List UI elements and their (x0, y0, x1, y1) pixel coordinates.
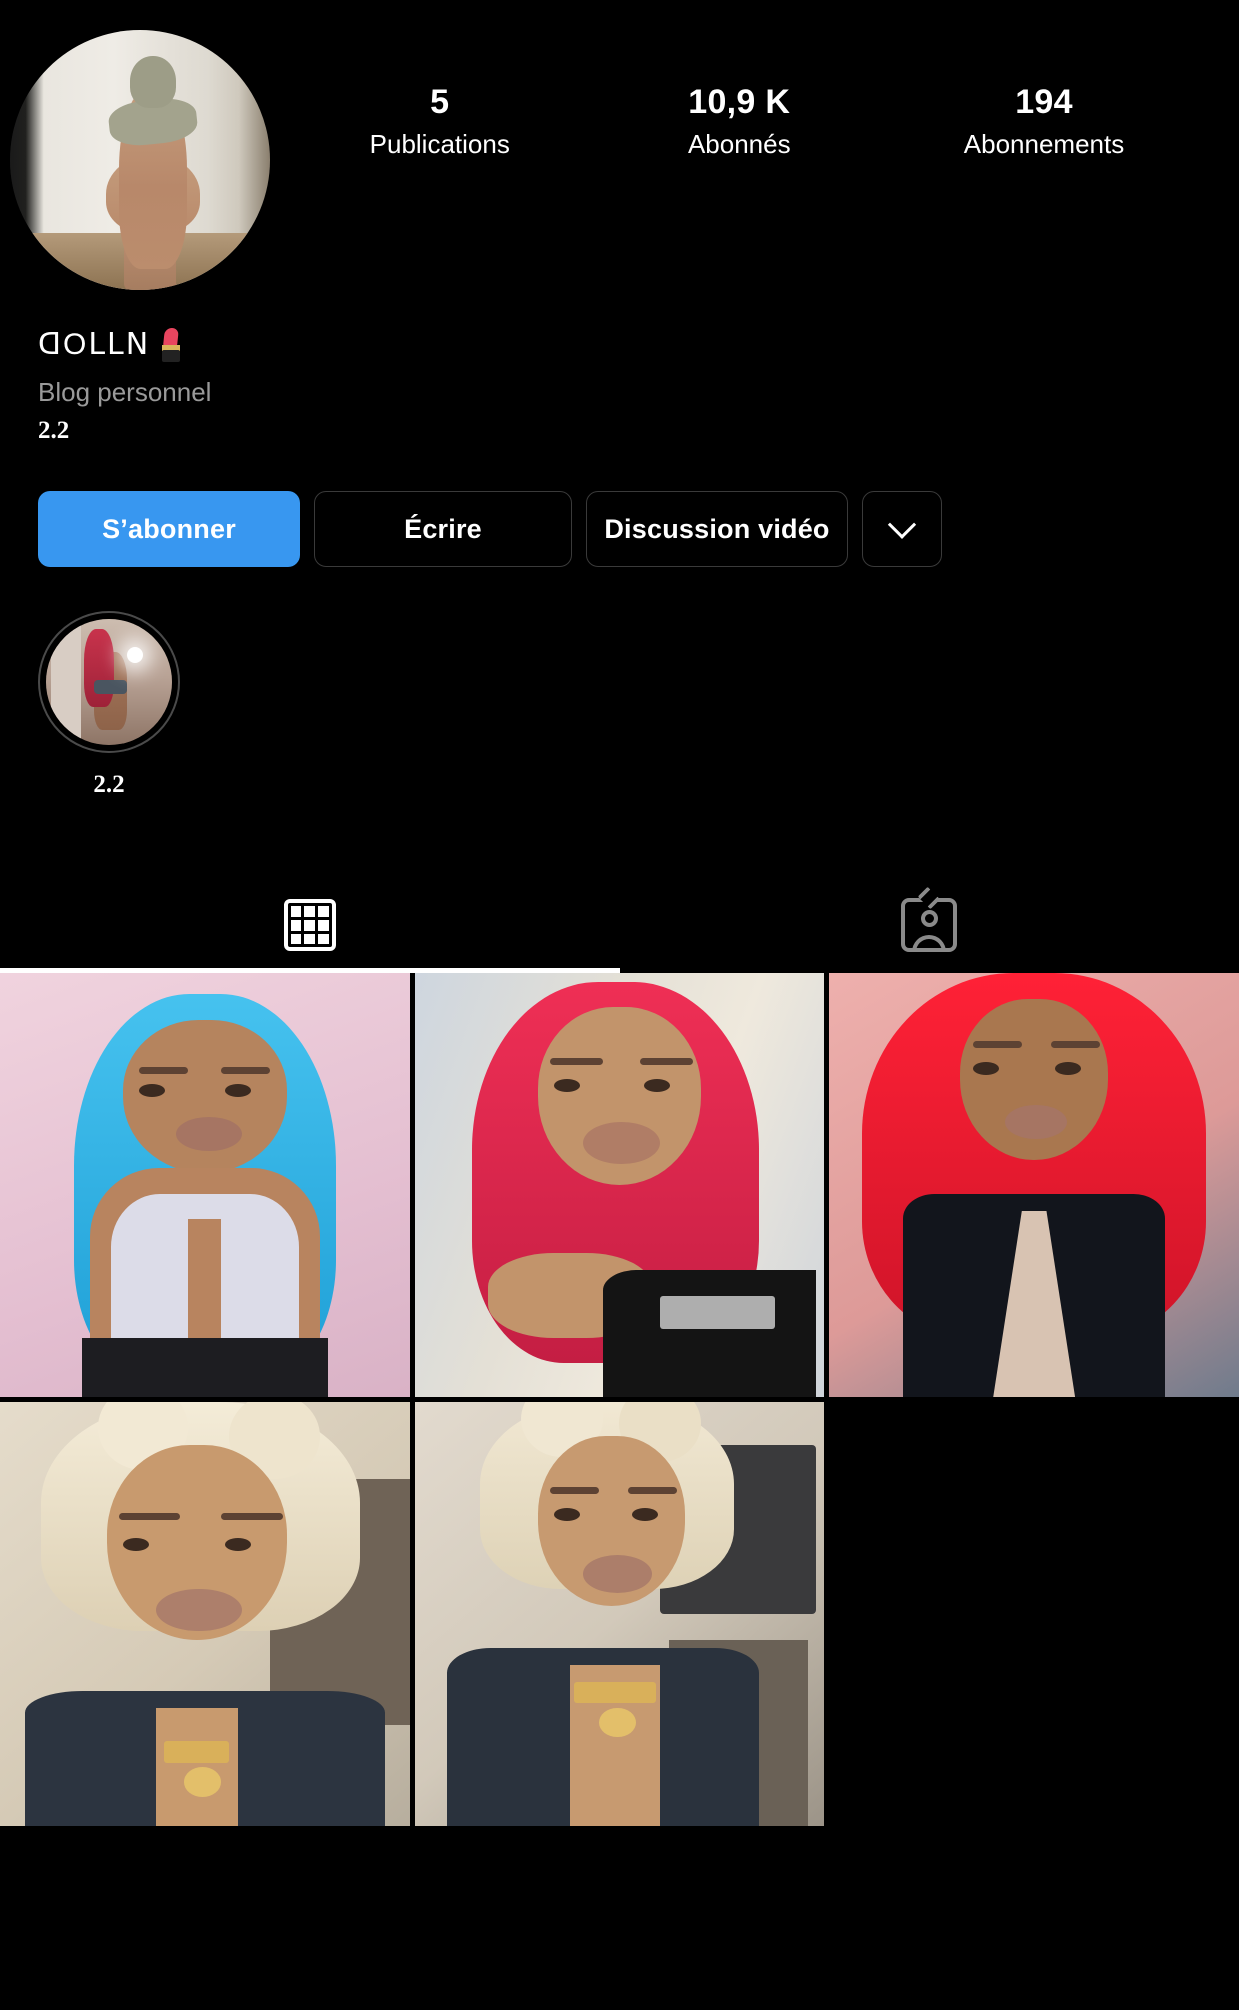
display-name-row: ꓷOᒪᒪꓠ (38, 326, 1201, 364)
story-highlights: 2.2 (0, 567, 1239, 799)
post-blonde-bun-2[interactable] (414, 1402, 825, 1827)
chevron-down-icon (887, 510, 917, 540)
empty-cell (829, 1402, 1239, 1827)
post-red-hair-blazer[interactable] (829, 973, 1239, 1398)
profile-header: 5 Publications 10,9 K Abonnés 194 Abonne… (0, 0, 1239, 290)
stat-followers-value: 10,9 K (688, 83, 791, 121)
stats-row: 5 Publications 10,9 K Abonnés 194 Abonne… (270, 30, 1239, 163)
profile-bio-text: 2.2 (38, 417, 70, 445)
video-chat-button[interactable]: Discussion vidéo (586, 491, 848, 568)
grid-tab[interactable] (0, 877, 620, 974)
post-blue-hair[interactable] (0, 973, 410, 1398)
instagram-profile-screen: 5 Publications 10,9 K Abonnés 194 Abonne… (0, 0, 1239, 2010)
highlight-ring (38, 611, 180, 754)
posts-grid (0, 973, 1239, 1827)
avatar-container (0, 30, 270, 290)
stat-followers[interactable]: 10,9 K Abonnés (664, 82, 814, 163)
stat-following-value: 194 (1015, 83, 1073, 121)
tagged-photos-icon (901, 886, 958, 953)
message-button[interactable]: Écrire (314, 491, 572, 568)
bio-section: ꓷOᒪᒪꓠ Blog personnel 2.2 (0, 290, 1239, 445)
tagged-tab[interactable] (620, 877, 1239, 973)
stat-posts-label: Publications (369, 129, 510, 160)
stat-followers-label: Abonnés (687, 129, 791, 160)
stat-following-label: Abonnements (963, 129, 1125, 160)
profile-tabs (0, 877, 1239, 974)
avatar[interactable] (10, 30, 270, 290)
display-name: ꓷOᒪᒪꓠ (38, 328, 151, 361)
lipstick-icon (160, 327, 182, 362)
action-buttons: S’abonner Écrire Discussion vidéo (0, 445, 1239, 568)
highlight-cover-image (46, 619, 172, 746)
stat-posts-value: 5 (430, 83, 450, 121)
highlight-label: 2.2 (93, 771, 125, 799)
stat-posts[interactable]: 5 Publications (365, 82, 515, 163)
stat-following[interactable]: 194 Abonnements (964, 82, 1124, 163)
profile-category: Blog personnel (38, 376, 212, 407)
avatar-image (10, 30, 270, 290)
follow-button[interactable]: S’abonner (38, 491, 300, 568)
post-blonde-bun-1[interactable] (0, 1402, 410, 1827)
more-options-button[interactable] (862, 491, 942, 568)
post-pink-hair-hand[interactable] (414, 973, 825, 1398)
grid-icon (283, 899, 336, 952)
story-highlight-2-2[interactable]: 2.2 (38, 611, 180, 799)
